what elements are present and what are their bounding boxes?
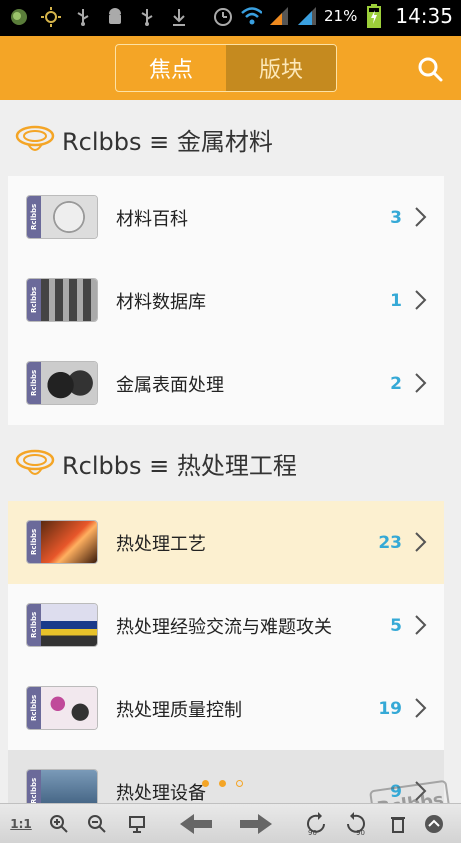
- list-item[interactable]: Rclbbs 热处理经验交流与难题攻关 5: [8, 584, 444, 667]
- forum-name: 热处理质量控制: [116, 699, 242, 721]
- sun-icon: [40, 6, 62, 28]
- chevron-right-icon: [414, 614, 428, 636]
- page-dot: [236, 780, 243, 787]
- search-icon[interactable]: [417, 56, 443, 82]
- metal-parts-image: [41, 362, 97, 404]
- zoom-in-icon[interactable]: [48, 812, 70, 836]
- forum-name: 材料数据库: [116, 291, 206, 313]
- battery-icon: [363, 4, 385, 28]
- usb-icon: [136, 6, 158, 28]
- section-title: Rclbbs ≡ 热处理工程: [62, 451, 297, 480]
- section-title: Rclbbs ≡ 金属材料: [62, 127, 273, 156]
- tab-focus[interactable]: 焦点: [116, 45, 226, 91]
- status-bar: 21% 14:35: [0, 0, 461, 36]
- rotate-left-label: 90: [308, 829, 317, 836]
- rotate-left-icon[interactable]: 90: [304, 812, 330, 836]
- forum-name: 材料百科: [116, 208, 188, 230]
- thumb-band: Rclbbs: [27, 279, 41, 321]
- back-arrow-icon[interactable]: [178, 812, 214, 836]
- furnace-image: [41, 521, 97, 563]
- rotate-right-label: 90: [356, 829, 365, 836]
- rclbbs-logo-icon: [14, 122, 56, 156]
- thumb-band: Rclbbs: [27, 604, 41, 646]
- forum-list[interactable]: Rclbbs ≡ 金属材料 Rclbbs 材料百科 3 Rclbbs 材料数据库…: [0, 100, 461, 803]
- actual-size-button[interactable]: 1:1: [10, 812, 32, 836]
- forum-thumbnail: Rclbbs: [26, 520, 98, 564]
- chevron-right-icon: [414, 289, 428, 311]
- wifi-icon: [240, 5, 263, 27]
- zoom-out-icon[interactable]: [86, 812, 108, 836]
- app-icon: [8, 6, 30, 28]
- bottom-toolbar: 1:1 90 90: [0, 803, 461, 843]
- thumb-band: Rclbbs: [27, 770, 41, 803]
- forum-name: 热处理设备: [116, 782, 206, 804]
- section-header: Rclbbs ≡ 金属材料: [0, 104, 461, 174]
- forum-count: 23: [378, 532, 402, 553]
- app-header: 焦点 版块: [0, 36, 461, 100]
- usb-icon: [72, 6, 94, 28]
- list-item[interactable]: Rclbbs 材料百科 3: [8, 176, 444, 259]
- forum-count: 3: [390, 207, 402, 228]
- chevron-right-icon: [414, 531, 428, 553]
- fit-screen-icon[interactable]: [126, 812, 148, 836]
- list-item[interactable]: Rclbbs 材料数据库 1: [8, 259, 444, 342]
- forum-count: 19: [378, 698, 402, 719]
- rotate-right-icon[interactable]: 90: [342, 812, 368, 836]
- chevron-right-icon: [414, 372, 428, 394]
- forum-count: 1: [390, 290, 402, 311]
- thumb-band: Rclbbs: [27, 362, 41, 404]
- download-icon: [168, 6, 190, 28]
- forum-thumbnail: Rclbbs: [26, 603, 98, 647]
- forum-thumbnail: Rclbbs: [26, 769, 98, 803]
- thumb-band: Rclbbs: [27, 196, 41, 238]
- list-item[interactable]: Rclbbs 热处理质量控制 19: [8, 667, 444, 750]
- page-indicator: [202, 780, 243, 787]
- forum-name: 热处理工艺: [116, 533, 206, 555]
- section-header: Rclbbs ≡ 热处理工程: [0, 428, 461, 498]
- forum-count: 2: [390, 373, 402, 394]
- android-debug-icon: [104, 6, 126, 28]
- chevron-right-icon: [414, 206, 428, 228]
- list-item[interactable]: Rclbbs 热处理工艺 23: [8, 501, 444, 584]
- thumb-band: Rclbbs: [27, 521, 41, 563]
- battery-percent: 21%: [324, 7, 358, 25]
- tab-forums[interactable]: 版块: [226, 45, 336, 91]
- forward-arrow-icon[interactable]: [238, 812, 274, 836]
- forum-thumbnail: Rclbbs: [26, 686, 98, 730]
- forum-count: 5: [390, 615, 402, 636]
- equipment-image: [41, 604, 97, 646]
- alarm-icon: [212, 5, 234, 27]
- signal-icon: [268, 5, 290, 27]
- forum-thumbnail: Rclbbs: [26, 195, 98, 239]
- page-dot: [219, 780, 226, 787]
- forum-thumbnail: Rclbbs: [26, 278, 98, 322]
- delete-icon[interactable]: [388, 812, 408, 836]
- list-item[interactable]: Rclbbs 金属表面处理 2: [8, 342, 444, 425]
- clock: 14:35: [395, 4, 453, 28]
- pipes-image: [41, 279, 97, 321]
- forum-thumbnail: Rclbbs: [26, 361, 98, 405]
- machine-image: [41, 770, 97, 803]
- page-dot: [202, 780, 209, 787]
- forum-name: 热处理经验交流与难题攻关: [116, 616, 332, 638]
- chevron-right-icon: [414, 697, 428, 719]
- rclbbs-logo-icon: [14, 446, 56, 480]
- expand-icon[interactable]: [424, 812, 444, 836]
- section-group: Rclbbs 热处理工艺 23 Rclbbs 热处理经验交流与难题攻关 5 Rc…: [8, 501, 444, 803]
- wiki-globe-image: [41, 196, 97, 238]
- thumb-band: Rclbbs: [27, 687, 41, 729]
- forum-name: 金属表面处理: [116, 374, 224, 396]
- section-group: Rclbbs 材料百科 3 Rclbbs 材料数据库 1 Rclbbs 金属表面…: [8, 176, 444, 425]
- microscope-image: [41, 687, 97, 729]
- tab-switcher: 焦点 版块: [115, 44, 337, 92]
- signal-icon: [296, 5, 318, 27]
